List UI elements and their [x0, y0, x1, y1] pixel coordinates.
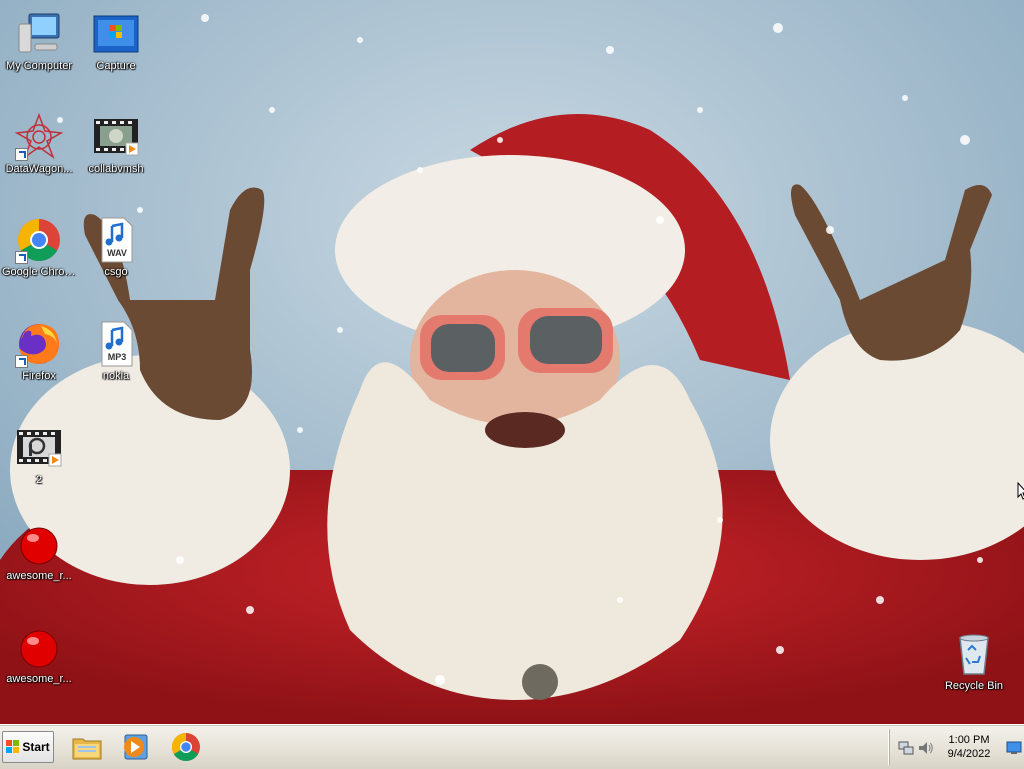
taskbar-google-chrome[interactable]	[170, 731, 202, 763]
desktop-icon-label: collabvmsh	[88, 163, 144, 175]
desktop-icon-label: Firefox	[22, 370, 56, 382]
my-computer-icon	[15, 10, 63, 58]
shortcut-arrow-icon	[15, 148, 28, 161]
desktop-icon-label: My Computer	[5, 60, 73, 72]
desktop-icon-collabvmsh[interactable]: collabvmsh	[77, 113, 155, 176]
desktop-icon-awesome-r-2[interactable]: awesome_r...	[0, 623, 78, 686]
red-ball-icon	[15, 520, 63, 568]
desktop-icon-capture[interactable]: Capture	[77, 10, 155, 73]
desktop-icon-label: csgo	[104, 266, 128, 278]
red-ball-icon	[15, 623, 63, 671]
mp3-file-icon: MP3	[92, 320, 140, 368]
network-icon[interactable]	[898, 740, 914, 756]
svg-text:MP3: MP3	[108, 352, 127, 362]
clock[interactable]: 1:00 PM 9/4/2022	[938, 733, 1000, 761]
clock-date: 9/4/2022	[947, 748, 991, 760]
datawagon-icon	[14, 112, 64, 161]
firefox-icon	[15, 320, 63, 368]
wav-file-icon: WAV	[92, 216, 140, 264]
video-file-icon	[15, 424, 63, 472]
desktop-icon-recycle-bin[interactable]: Recycle Bin	[935, 630, 1013, 693]
svg-text:WAV: WAV	[107, 248, 127, 258]
desktop-icon-label: nokia	[102, 370, 130, 382]
desktop-icon-label: Google Chrome	[2, 266, 78, 278]
taskbar: Start 1:00 PM 9/4/2022	[0, 724, 1024, 769]
desktop-icon-awesome-r-1[interactable]: awesome_r...	[0, 520, 78, 583]
system-tray: 1:00 PM 9/4/2022	[889, 729, 1024, 765]
desktop-icon-label: DataWagon...	[5, 163, 73, 175]
shortcut-arrow-icon	[15, 355, 28, 368]
desktop-icon-2[interactable]: 2	[0, 424, 78, 487]
start-button[interactable]: Start	[2, 731, 54, 763]
chrome-icon	[15, 216, 63, 264]
start-label: Start	[22, 740, 50, 754]
mouse-cursor-icon	[1017, 482, 1024, 500]
desktop-icon-csgo[interactable]: WAV csgo	[77, 216, 155, 279]
desktop-icon-label: Recycle Bin	[944, 680, 1004, 692]
media-player-icon	[124, 734, 148, 760]
image-file-icon	[92, 10, 140, 58]
desktop-icon-label: 2	[35, 474, 43, 486]
taskbar-file-explorer[interactable]	[71, 731, 103, 763]
recycle-bin-icon	[950, 630, 998, 678]
desktop-icon-label: awesome_r...	[6, 673, 72, 685]
desktop-icon-firefox[interactable]: Firefox	[0, 320, 78, 383]
folder-icon	[72, 738, 102, 760]
clock-time: 1:00 PM	[948, 734, 990, 746]
desktop-icon-nokia[interactable]: MP3 nokia	[77, 320, 155, 383]
desktop-icon-my-computer[interactable]: My Computer	[0, 10, 78, 73]
volume-icon[interactable]	[918, 740, 934, 756]
taskbar-media-player[interactable]	[119, 731, 151, 763]
desktop-icon-label: awesome_r...	[6, 570, 72, 582]
desktop-icon-google-chrome[interactable]: Google Chrome	[0, 216, 78, 279]
chrome-icon	[171, 733, 200, 762]
show-desktop-icon[interactable]	[1006, 741, 1022, 755]
desktop-icon-label: Capture	[96, 60, 136, 72]
video-file-icon	[92, 113, 140, 161]
windows-logo-icon	[6, 740, 20, 753]
desktop-icon-datawagon[interactable]: DataWagon...	[0, 112, 78, 176]
desktop[interactable]: My Computer Capture DataWagon... collabv…	[0, 0, 1024, 724]
shortcut-arrow-icon	[15, 251, 28, 264]
